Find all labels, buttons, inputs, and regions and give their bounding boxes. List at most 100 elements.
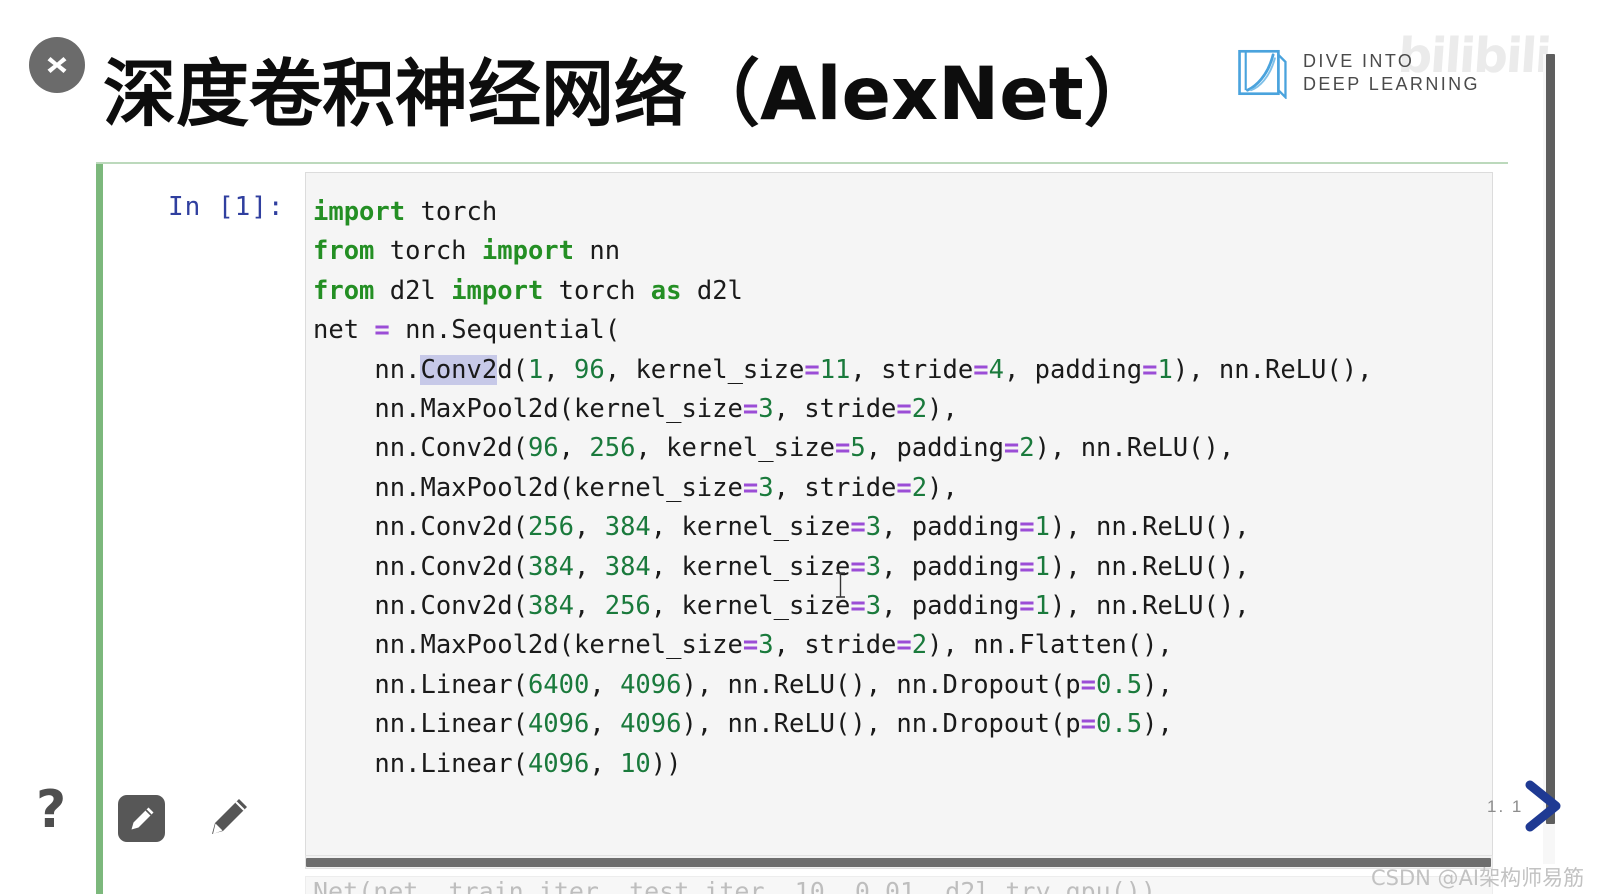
chevron-right-icon[interactable]	[1514, 778, 1574, 834]
selected-code-token: Conv2	[420, 354, 498, 385]
code-token: nn.Conv2d(	[313, 512, 528, 543]
code-token: 3	[758, 630, 774, 661]
code-token: 4096	[527, 748, 590, 779]
code-token: ,	[589, 709, 621, 740]
code-token: nn.Conv2d(	[313, 591, 528, 622]
code-token: nn.MaxPool2d(kernel_size	[313, 394, 743, 425]
code-token: =	[896, 394, 912, 425]
code-token: =	[374, 315, 390, 346]
code-line: from torch import nn	[313, 232, 1372, 271]
code-token: ), nn.ReLU(),	[1049, 591, 1250, 622]
code-token: =	[896, 472, 912, 503]
code-token: 10	[620, 748, 651, 779]
code-token: , padding	[881, 591, 1020, 622]
code-token: 384	[527, 591, 574, 622]
code-line: nn.MaxPool2d(kernel_size=3, stride=2),	[313, 469, 1372, 508]
code-token: 2	[911, 394, 928, 425]
code-token: 4096	[527, 709, 590, 740]
code-horizontal-scrollbar[interactable]	[305, 855, 1493, 869]
page-scrollbar-thumb[interactable]	[1546, 54, 1555, 824]
code-token: nn.Linear(	[313, 748, 528, 779]
code-token: 384	[604, 512, 651, 543]
code-token: 3	[758, 394, 774, 425]
code-token: net	[313, 315, 375, 346]
code-token: as	[650, 275, 682, 306]
code-token: , kernel_size	[650, 551, 851, 582]
code-line: nn.Linear(6400, 4096), nn.ReLU(), nn.Dro…	[313, 666, 1372, 705]
close-icon	[47, 57, 67, 73]
code-token: , stride	[773, 394, 897, 425]
pen-tool-button[interactable]	[205, 793, 253, 841]
code-token: from	[313, 275, 375, 306]
code-token: =	[1003, 433, 1020, 464]
code-token: , stride	[773, 630, 897, 661]
code-token: =	[850, 591, 866, 622]
code-token: nn.	[313, 354, 421, 385]
code-token: nn.Conv2d(	[313, 433, 528, 464]
code-token: 384	[604, 551, 651, 582]
code-token: import	[313, 197, 406, 227]
code-token: nn.MaxPool2d(kernel_size	[313, 630, 743, 661]
code-token: import	[451, 275, 544, 306]
code-line: nn.MaxPool2d(kernel_size=3, stride=2),	[313, 390, 1372, 429]
logo-line-2: DEEP LEARNING	[1303, 74, 1480, 94]
code-horizontal-scrollbar-thumb[interactable]	[306, 858, 1491, 867]
code-token: nn.Linear(	[313, 709, 528, 740]
code-token: =	[804, 354, 820, 385]
code-token: torch	[405, 197, 498, 227]
pen-tool-active-button[interactable]	[118, 795, 165, 842]
book-icon	[1238, 49, 1287, 99]
code-token: 2	[911, 472, 928, 503]
code-token: 4096	[620, 709, 682, 740]
code-line: net = nn.Sequential(	[313, 311, 1372, 350]
close-button[interactable]	[29, 37, 85, 93]
code-token: , padding	[881, 551, 1020, 582]
code-token: 3	[865, 551, 882, 582]
d2l-logo: DIVE INTO DEEP LEARNING	[1236, 46, 1480, 99]
code-token: ))	[650, 748, 682, 779]
code-token: 1	[1157, 354, 1173, 385]
code-token: ), nn.ReLU(),	[1034, 433, 1235, 464]
code-line: nn.Conv2d(384, 256, kernel_size=3, paddi…	[313, 587, 1372, 626]
code-token: =	[742, 630, 759, 661]
code-token: ,	[574, 591, 605, 622]
code-token: =	[1142, 354, 1158, 385]
code-token: 3	[758, 472, 774, 503]
code-token: ), nn.ReLU(),	[1172, 354, 1373, 385]
code-token: =	[1080, 669, 1097, 700]
pencil-icon	[212, 799, 247, 834]
code-token: ),	[1142, 669, 1173, 700]
code-token: =	[850, 551, 866, 582]
code-token: , kernel_size	[604, 354, 805, 385]
code-token: =	[742, 472, 759, 503]
code-token: 4096	[620, 669, 682, 700]
code-token: torch	[543, 275, 651, 306]
code-line: nn.MaxPool2d(kernel_size=3, stride=2), n…	[313, 626, 1372, 665]
code-token: ), nn.ReLU(),	[1049, 551, 1250, 582]
code-token: 96	[527, 433, 559, 464]
code-token: 0.5	[1096, 669, 1143, 700]
code-token: nn.Linear(	[313, 669, 528, 700]
next-cell-preview[interactable]: Net(net, train_iter, test_iter, 10, 0.01…	[305, 876, 1493, 894]
code-token: ), nn.Flatten(),	[927, 630, 1173, 661]
code-token: ,	[543, 354, 575, 385]
logo-line-1: DIVE INTO	[1303, 50, 1415, 71]
code-input-area[interactable]: import torch from torch import nn from d2l…	[305, 172, 1493, 858]
code-token: import	[481, 236, 575, 267]
code-token: 3	[865, 591, 882, 622]
code-token: 4	[988, 354, 1004, 385]
notebook-cell: In [1]: import torch from torch import nn…	[96, 162, 1508, 894]
code-token: =	[850, 512, 866, 543]
code-line: nn.Conv2d(96, 256, kernel_size=5, paddin…	[313, 429, 1372, 468]
code-token: 5	[850, 433, 866, 464]
code-token: ), nn.ReLU(), nn.Dropout(p	[681, 669, 1081, 700]
code-token: ),	[927, 472, 958, 503]
next-cell-preview-text: Net(net, train_iter, test_iter, 10, 0.01…	[313, 877, 1156, 894]
code-text: import torch from torch import nn from d2l…	[313, 193, 1372, 784]
code-token: nn.Sequential(	[389, 315, 621, 346]
code-token: 11	[819, 354, 851, 385]
code-token: =	[896, 630, 912, 661]
pencil-icon	[131, 807, 153, 829]
code-token: d2l	[374, 275, 452, 306]
help-icon[interactable]: ?	[36, 784, 66, 836]
